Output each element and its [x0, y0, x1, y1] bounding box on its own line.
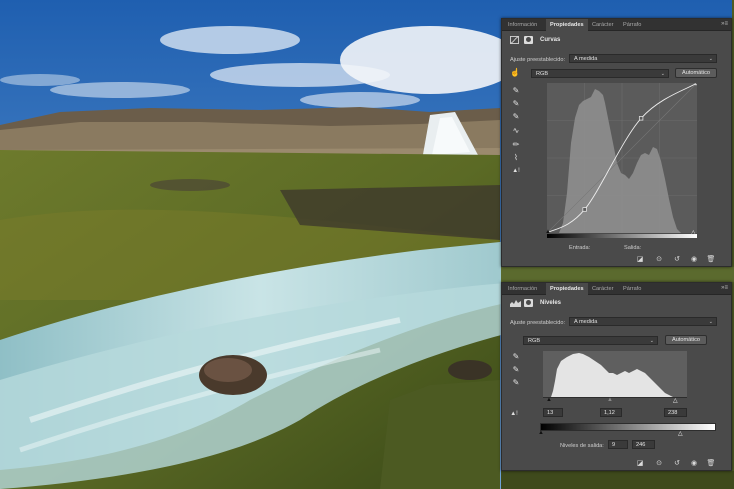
input-black-slider[interactable]: ▲ — [546, 397, 552, 403]
input-gradient-bar — [547, 234, 697, 238]
panel-footer: ◪ ⊙ ↺ ◉ 🗑 — [502, 457, 731, 470]
levels-adjustment-icon — [510, 300, 521, 307]
view-previous-icon[interactable]: ⊙ — [654, 459, 664, 468]
levels-properties-panel: Información Propiedades Carácter Párrafo… — [501, 282, 732, 471]
adjustment-title: Curvas — [540, 37, 561, 43]
input-black-field[interactable]: 13 — [543, 408, 563, 417]
input-white-slider[interactable]: △ — [673, 397, 678, 404]
adjustment-header: Curvas — [502, 33, 731, 47]
curve-control-point[interactable] — [638, 116, 644, 121]
output-gradient-bar — [540, 423, 716, 431]
clip-icon[interactable]: ◪ — [635, 459, 645, 468]
visibility-icon[interactable]: ◉ — [689, 255, 699, 264]
tab-properties[interactable]: Propiedades — [546, 283, 588, 295]
curve-control-point[interactable] — [582, 207, 587, 212]
panel-tab-bar: Información Propiedades Carácter Párrafo… — [502, 283, 731, 295]
panel-menu-icon[interactable]: »≡ — [721, 283, 728, 295]
input-gamma-slider[interactable]: ▲ — [607, 397, 613, 403]
preset-dropdown[interactable]: A medida ⌄ — [569, 54, 717, 63]
chevron-down-icon: ⌄ — [660, 71, 665, 77]
chevron-down-icon: ⌄ — [649, 338, 654, 344]
eyedropper-black-icon[interactable]: ✎ — [511, 352, 521, 362]
levels-histogram — [543, 351, 687, 397]
output-black-slider[interactable]: ▲ — [538, 430, 544, 436]
pencil-icon[interactable]: ✏ — [511, 140, 521, 150]
input-label: Entrada: — [569, 245, 591, 251]
warning-icon[interactable]: ▲! — [509, 409, 519, 419]
output-white-slider[interactable]: △ — [678, 430, 683, 437]
curves-graph[interactable] — [547, 83, 697, 233]
auto-button[interactable]: Automático — [675, 68, 717, 78]
output-white-field[interactable]: 246 — [632, 440, 655, 449]
white-point-slider[interactable]: △ — [691, 229, 696, 236]
reset-icon[interactable]: ↺ — [672, 255, 682, 264]
preset-label: Ajuste preestablecido: — [510, 320, 566, 326]
eyedropper-gray-icon[interactable]: ✎ — [511, 365, 521, 375]
curve-control-point[interactable] — [694, 83, 697, 86]
eyedropper-white-icon[interactable]: ✎ — [511, 378, 521, 388]
panel-footer: ◪ ⊙ ↺ ◉ 🗑 — [502, 253, 731, 266]
layer-mask-icon[interactable] — [524, 36, 533, 44]
black-point-slider[interactable]: ▲ — [545, 229, 551, 235]
preset-dropdown[interactable]: A medida ⌄ — [569, 317, 717, 326]
panel-menu-icon[interactable]: »≡ — [721, 19, 728, 31]
curve-points-icon[interactable]: ∿ — [511, 126, 521, 136]
channel-dropdown[interactable]: RGB ⌄ — [523, 336, 658, 345]
channel-value: RGB — [528, 338, 541, 344]
input-white-field[interactable]: 238 — [664, 408, 687, 417]
channel-value: RGB — [536, 71, 549, 77]
warning-icon[interactable]: ▲! — [511, 166, 521, 176]
tab-paragraph[interactable]: Párrafo — [619, 283, 645, 295]
chevron-down-icon: ⌄ — [708, 56, 713, 62]
eyedropper-black-icon[interactable]: ✎ — [511, 86, 521, 96]
output-levels-label: Niveles de salida: — [560, 443, 604, 449]
panel-tab-bar: Información Propiedades Carácter Párrafo… — [502, 19, 731, 31]
preset-value: A medida — [574, 319, 598, 325]
preset-label: Ajuste preestablecido: — [510, 57, 566, 63]
visibility-icon[interactable]: ◉ — [689, 459, 699, 468]
smooth-icon[interactable]: ⌇ — [511, 153, 521, 163]
adjustment-title: Niveles — [540, 300, 562, 306]
view-previous-icon[interactable]: ⊙ — [654, 255, 664, 264]
tab-info[interactable]: Información — [504, 19, 541, 31]
tab-character[interactable]: Carácter — [588, 283, 617, 295]
adjustment-header: Niveles — [502, 296, 731, 310]
curves-adjustment-icon — [510, 36, 519, 44]
reset-icon[interactable]: ↺ — [672, 459, 682, 468]
tab-properties[interactable]: Propiedades — [546, 19, 588, 31]
tab-info[interactable]: Información — [504, 283, 541, 295]
eyedropper-gray-icon[interactable]: ✎ — [511, 99, 521, 109]
trash-icon[interactable]: 🗑 — [706, 459, 716, 468]
auto-button[interactable]: Automático — [665, 335, 707, 345]
input-gamma-field[interactable]: 1,12 — [600, 408, 622, 417]
tab-paragraph[interactable]: Párrafo — [619, 19, 645, 31]
output-label: Salida: — [624, 245, 642, 251]
trash-icon[interactable]: 🗑 — [706, 255, 716, 264]
target-adjust-hand-icon[interactable]: ☝ — [510, 68, 520, 78]
eyedropper-white-icon[interactable]: ✎ — [511, 112, 521, 122]
channel-dropdown[interactable]: RGB ⌄ — [531, 69, 669, 78]
curves-properties-panel: Información Propiedades Carácter Párrafo… — [501, 18, 732, 267]
clip-icon[interactable]: ◪ — [635, 255, 645, 264]
layer-mask-icon[interactable] — [524, 299, 533, 307]
tab-character[interactable]: Carácter — [588, 19, 617, 31]
chevron-down-icon: ⌄ — [708, 319, 713, 325]
preset-value: A medida — [574, 56, 598, 62]
output-black-field[interactable]: 9 — [608, 440, 628, 449]
